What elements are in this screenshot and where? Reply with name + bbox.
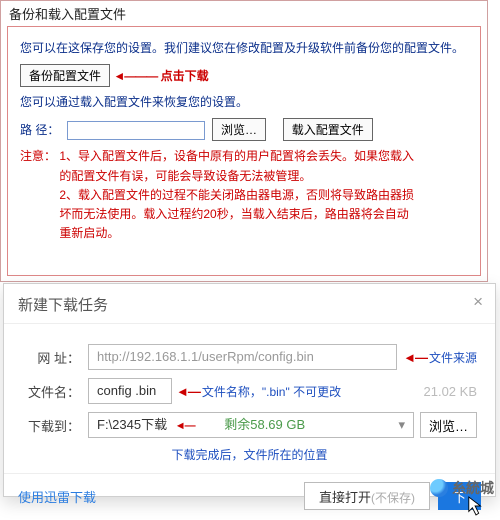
open-button[interactable]: 直接打开(不保存)	[304, 482, 430, 510]
browse-button[interactable]: 浏览…	[212, 118, 266, 141]
notice-block: 注意： 1、导入配置文件后，设备中原有的用户配置将会丢失。如果您载入的配置文件有…	[20, 147, 468, 243]
watermark-text: 糸統城	[452, 478, 494, 498]
open-button-label: 直接打开	[319, 490, 371, 505]
close-icon[interactable]: ×	[473, 292, 483, 312]
thunder-link[interactable]: 使用迅雷下载	[18, 487, 96, 506]
annotation-download: 点击下载	[161, 69, 209, 83]
url-label: 网 址：	[22, 348, 80, 367]
backup-config-button[interactable]: 备份配置文件	[20, 64, 110, 87]
arrow-icon: ◄—	[176, 384, 200, 399]
intro-text: 您可以在这保存您的设置。我们建议您在修改配置及升级软件前备份您的配置文件。	[20, 39, 468, 58]
path-label: 路 径：	[20, 121, 64, 138]
restore-text: 您可以通过载入配置文件来恢复您的设置。	[20, 93, 468, 112]
tab-backup-restore[interactable]: 备份和载入配置文件	[1, 1, 487, 26]
dest-label: 下载到：	[22, 416, 80, 435]
cursor-icon	[466, 495, 486, 519]
annotation-source: 文件来源	[429, 349, 477, 366]
filename-label: 文件名：	[22, 382, 80, 401]
panel-body: 您可以在这保存您的设置。我们建议您在修改配置及升级软件前备份您的配置文件。 备份…	[7, 26, 481, 276]
dest-input[interactable]: F:\2345下载 ◄— 剩余58.69 GB ▾	[88, 412, 414, 438]
arrow-icon: ◄—	[403, 350, 427, 365]
notice-text: 1、导入配置文件后，设备中原有的用户配置将会丢失。如果您载入的配置文件有误，可能…	[59, 147, 419, 243]
config-panel: 备份和载入配置文件 您可以在这保存您的设置。我们建议您在修改配置及升级软件前备份…	[0, 0, 488, 282]
file-size: 21.02 KB	[424, 384, 478, 399]
annotation-filename: 文件名称，".bin" 不可更改	[202, 383, 416, 400]
open-button-muted: (不保存)	[371, 491, 415, 505]
arrow-icon: ◄———	[113, 69, 157, 83]
load-config-button[interactable]: 载入配置文件	[283, 118, 373, 141]
free-space: 剩余58.69 GB	[224, 417, 305, 432]
notice-label: 注意：	[20, 147, 56, 164]
watermark: 糸統城	[430, 478, 494, 498]
browse-dest-button[interactable]: 浏览…	[420, 412, 477, 438]
filename-input[interactable]: config .bin	[88, 378, 172, 404]
dialog-title: 新建下载任务	[18, 297, 108, 314]
dest-path: F:\2345下载	[97, 417, 167, 432]
download-dialog: 新建下载任务 × 网 址： http://192.168.1.1/userRpm…	[3, 283, 496, 497]
dialog-footer: 使用迅雷下载 直接打开(不保存) 下	[4, 473, 495, 518]
annotation-dest: 下载完成后，文件所在的位置	[22, 446, 477, 463]
path-input[interactable]	[67, 121, 205, 140]
dialog-header: 新建下载任务 ×	[4, 284, 495, 324]
logo-icon	[430, 479, 448, 497]
arrow-icon: ◄—	[175, 420, 195, 432]
chevron-down-icon[interactable]: ▾	[398, 413, 405, 437]
url-input[interactable]: http://192.168.1.1/userRpm/config.bin	[88, 344, 397, 370]
